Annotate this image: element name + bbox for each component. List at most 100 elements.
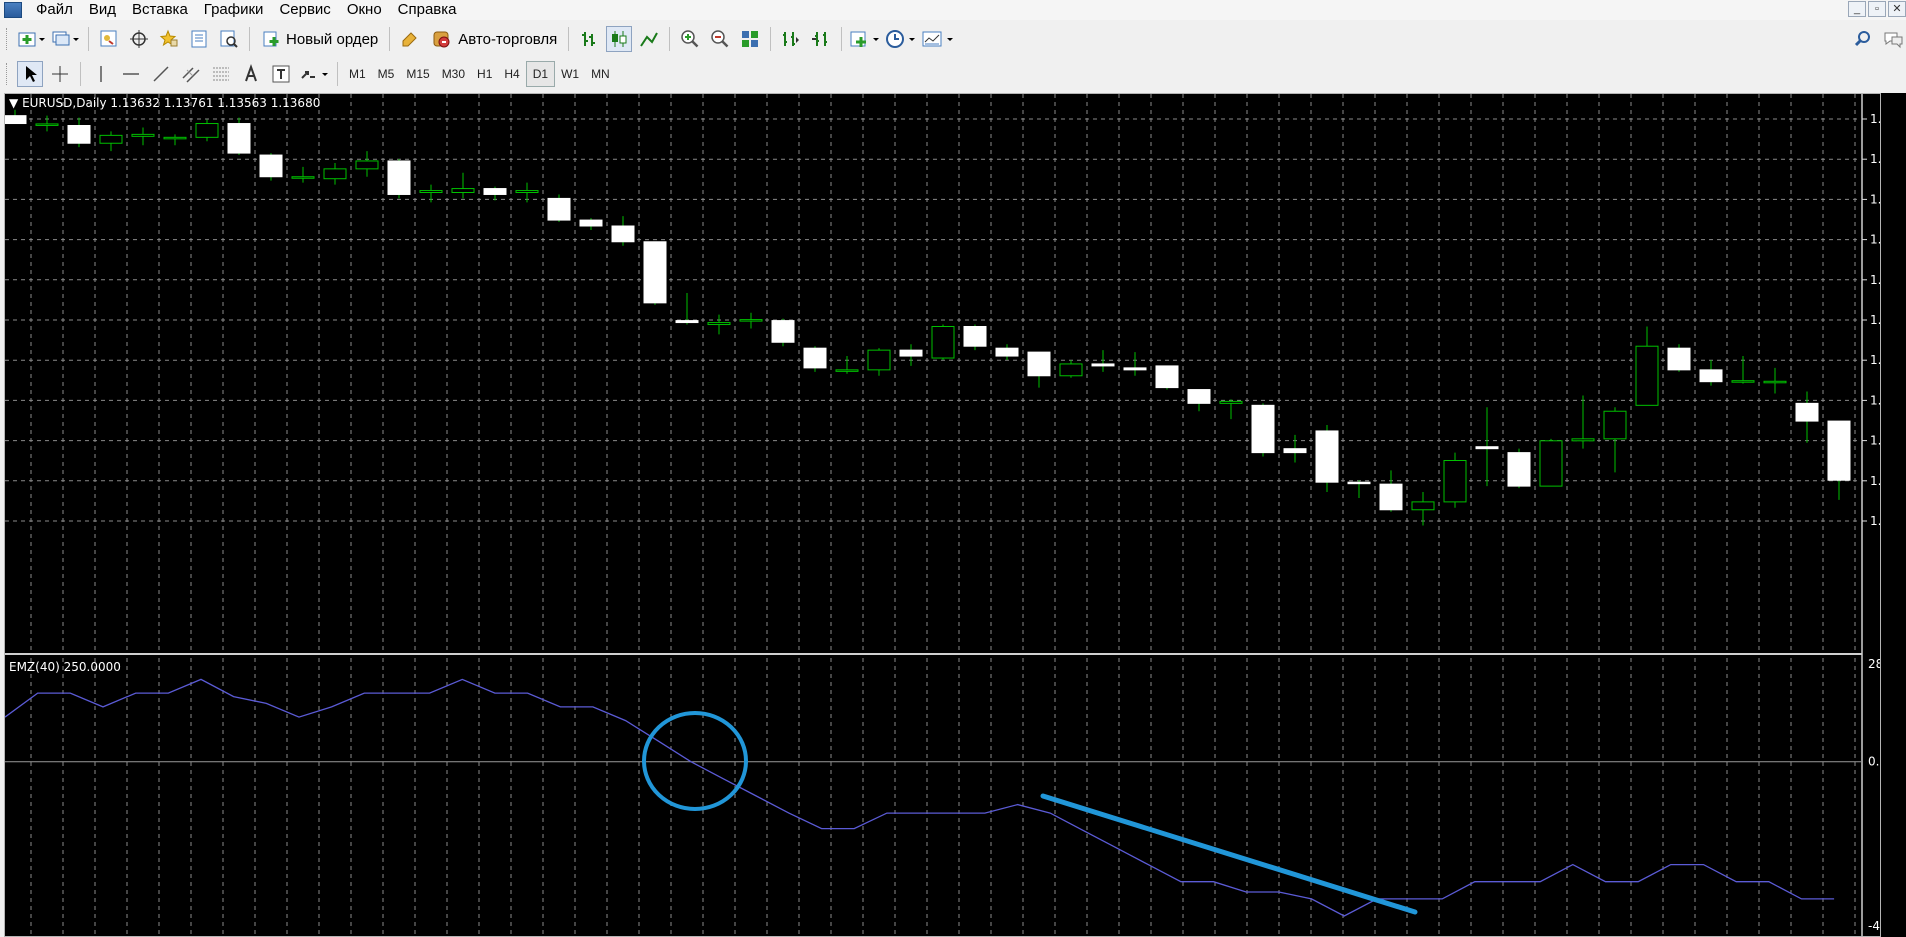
bar-chart-button[interactable] (576, 26, 602, 52)
timeframe-mn[interactable]: MN (585, 62, 616, 86)
trendline-button[interactable] (148, 61, 174, 87)
price-tick-label: 1.51270 (1870, 273, 1881, 287)
timeframe-w1[interactable]: W1 (555, 62, 585, 86)
timeframe-h4[interactable]: H4 (498, 62, 525, 86)
bull-candle (835, 369, 859, 372)
line-studies-toolbar: M1 M5 M15 M30 H1 H4 D1 W1 MN (0, 58, 1906, 90)
chart-shift-button[interactable] (778, 26, 804, 52)
periods-button[interactable] (885, 26, 917, 52)
bear-candle (803, 347, 827, 369)
zoom-in-button[interactable] (677, 26, 703, 52)
auto-scroll-button[interactable] (808, 26, 834, 52)
crosshair-icon (52, 66, 68, 82)
bear-candle (1475, 446, 1499, 450)
timeframe-m1[interactable]: M1 (343, 62, 372, 86)
timeframe-m30[interactable]: M30 (436, 62, 471, 86)
vertical-line-button[interactable] (88, 61, 114, 87)
auto-trading-button[interactable]: Авто-торговля (427, 26, 561, 52)
cursor-tool-button[interactable] (17, 61, 43, 87)
indicator-label: EMZ(40) 250.0000 (9, 660, 121, 674)
profiles-button[interactable] (51, 26, 81, 52)
symbol-ohlc-text: EURUSD,Daily 1.13632 1.13761 1.13563 1.1… (22, 96, 321, 110)
arrows-button[interactable] (298, 61, 330, 87)
tile-windows-button[interactable] (737, 26, 763, 52)
vertical-line-icon (100, 66, 102, 82)
timeframe-d1[interactable]: D1 (525, 61, 556, 87)
bear-candle (1283, 448, 1307, 454)
bear-candle (387, 160, 411, 195)
search-button[interactable] (1850, 26, 1876, 52)
bull-candle (99, 134, 123, 144)
window-edge (1881, 93, 1906, 937)
line-chart-button[interactable] (636, 26, 662, 52)
separator (337, 62, 338, 86)
annotation-trendline (1040, 793, 1418, 915)
timeframe-m5[interactable]: M5 (372, 62, 401, 86)
strategy-tester-button[interactable] (216, 26, 242, 52)
bull-candle (1219, 400, 1243, 404)
app-icon (4, 2, 22, 18)
price-tick-label: 1.49230 (1870, 313, 1881, 327)
menu-help[interactable]: Справка (390, 0, 465, 20)
text-label-button[interactable] (268, 61, 294, 87)
market-watch-icon (100, 30, 117, 47)
data-window-button[interactable] (126, 26, 152, 52)
menu-window[interactable]: Окно (339, 0, 390, 20)
tester-icon (220, 30, 238, 48)
price-tick-label: 1.45150 (1870, 393, 1881, 407)
menu-tools[interactable]: Сервис (271, 0, 338, 20)
chart-canvas[interactable]: 1.59430 1.57390 1.55350 1.53310 1.51270 1.492… (5, 94, 1881, 937)
terminal-icon (191, 30, 207, 48)
navigator-star-icon (159, 29, 178, 47)
crosshair-tool-button[interactable] (47, 61, 73, 87)
bull-candle (323, 168, 347, 180)
new-chart-button[interactable] (17, 26, 47, 52)
bear-candle (5, 115, 27, 125)
terminal-button[interactable] (186, 26, 212, 52)
collapse-arrow-icon[interactable]: ▼ (9, 96, 18, 110)
indicator-tick-label: 0.00 (1868, 755, 1881, 769)
price-tick-label: 1.59430 (1870, 112, 1881, 126)
horizontal-line-button[interactable] (118, 61, 144, 87)
menu-view[interactable]: Вид (81, 0, 124, 20)
indicator-tick-label: 285 (1868, 657, 1881, 671)
fibonacci-button[interactable] (208, 61, 234, 87)
horizontal-line-icon (123, 73, 139, 75)
bull-candle (931, 326, 955, 359)
close-button[interactable]: ✕ (1888, 1, 1906, 17)
restore-button[interactable]: ▫ (1868, 1, 1886, 17)
bull-candle (1635, 345, 1659, 406)
bear-candle (1827, 420, 1851, 481)
candlestick-chart-button[interactable] (606, 26, 633, 52)
indicators-button[interactable] (849, 26, 881, 52)
price-tick-label: 1.47190 (1870, 353, 1881, 367)
zoom-out-button[interactable] (707, 26, 733, 52)
menu-insert[interactable]: Вставка (124, 0, 196, 20)
bull-candle (1059, 363, 1083, 377)
metaeditor-icon (402, 32, 417, 47)
bear-candle (1123, 367, 1147, 371)
chat-button[interactable] (1880, 26, 1906, 52)
text-tool-button[interactable] (238, 61, 264, 87)
minimize-button[interactable]: _ (1848, 1, 1866, 17)
chart-window[interactable]: 1.59430 1.57390 1.55350 1.53310 1.51270 1.492… (4, 93, 1881, 937)
text-label-icon (272, 65, 290, 83)
symbol-info-label: ▼ EURUSD,Daily 1.13632 1.13761 1.13563 1… (9, 96, 320, 110)
menu-file[interactable]: Файл (28, 0, 81, 20)
bull-candle (1603, 410, 1627, 440)
bear-candle (1155, 365, 1179, 389)
new-order-button[interactable]: Новый ордер (257, 26, 382, 52)
bear-candle (1667, 347, 1691, 371)
menu-charts[interactable]: Графики (196, 0, 272, 20)
bull-candle (163, 136, 187, 140)
market-watch-button[interactable] (96, 26, 122, 52)
timeframe-h1[interactable]: H1 (471, 62, 498, 86)
auto-scroll-icon (812, 32, 828, 46)
equidistant-channel-button[interactable] (178, 61, 204, 87)
timeframe-m15[interactable]: M15 (400, 62, 435, 86)
metaeditor-button[interactable] (397, 26, 423, 52)
templates-button[interactable] (921, 26, 955, 52)
auto-trading-icon (433, 31, 450, 48)
price-tick-label: 1.43110 (1870, 434, 1881, 448)
navigator-button[interactable] (156, 26, 182, 52)
